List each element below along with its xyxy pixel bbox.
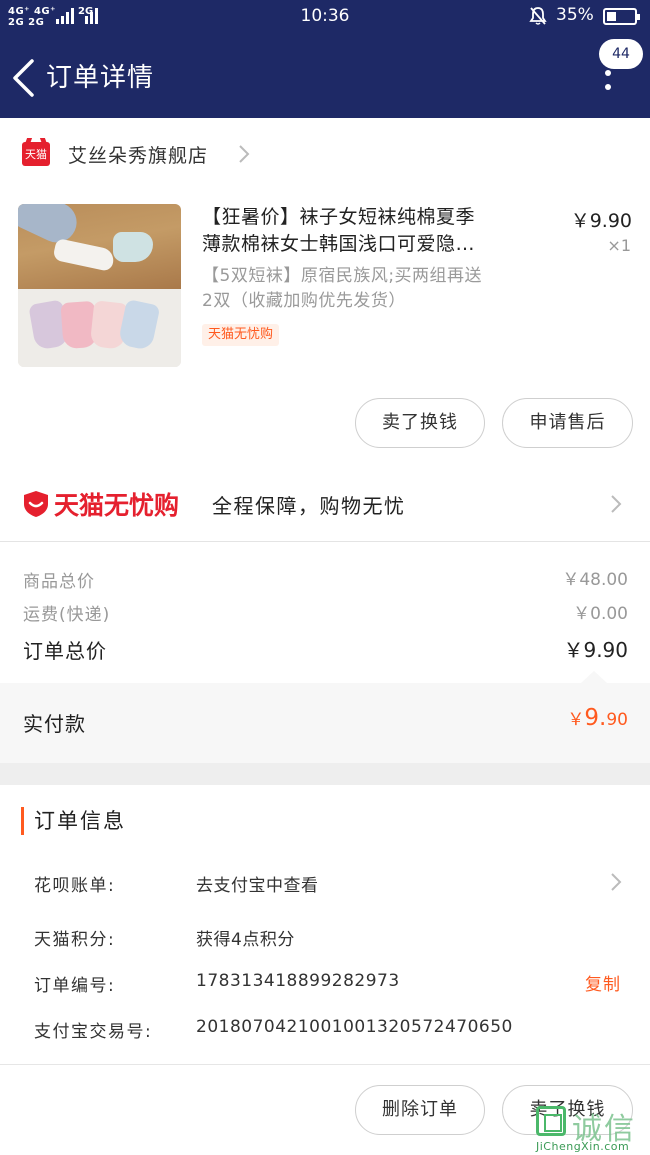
store-name[interactable]: 艾丝朵秀旗舰店 (68, 141, 208, 168)
watermark-en: JiChengXin.com (536, 1140, 630, 1153)
sell-for-cash-button[interactable]: 卖了换钱 (355, 398, 485, 448)
tmall-worry-free-badge: 天猫无忧购 (202, 324, 280, 346)
product-sku-line2: 2双（收藏加购优先发货） (202, 291, 406, 311)
chevron-right-icon (611, 495, 622, 513)
mute-bell-icon (529, 7, 547, 25)
message-count-badge[interactable]: 44 (599, 39, 643, 69)
back-arrow-icon[interactable] (10, 58, 40, 98)
huabei-label: 花呗账单: (34, 876, 116, 896)
shipping-value: ￥0.00 (573, 604, 628, 624)
copy-button[interactable]: 复制 (585, 970, 621, 995)
shipping-label: 运费(快递) (23, 605, 111, 625)
product-title-line1: 【狂暑价】袜子女短袜纯棉夏季 (202, 206, 476, 228)
battery-percent: 35% (556, 5, 594, 25)
chevron-right-icon[interactable] (608, 870, 624, 894)
alipay-trade-label: 支付宝交易号: (34, 1022, 153, 1042)
product-price: ￥9.90 (570, 210, 632, 232)
after-sale-button[interactable]: 申请售后 (502, 398, 633, 448)
battery-icon (603, 8, 640, 25)
guarantee-brand: 天猫无忧购 (54, 491, 180, 520)
product-quantity: ×1 (607, 236, 631, 255)
order-info-title: 订单信息 (21, 807, 126, 835)
product-thumbnail[interactable] (18, 204, 181, 367)
watermark: 诚信 JiChengXin.com (532, 1104, 650, 1155)
paid-currency: ￥ (567, 710, 585, 730)
points-label: 天猫积分: (34, 930, 116, 950)
status-bar: 4G⁺ 4G⁺ 2G 2G 2G 10:36 35% (0, 0, 650, 34)
section-divider (0, 763, 650, 785)
goods-total-label: 商品总价 (23, 572, 95, 592)
alipay-trade-value: 2018070421001001320572470650 (196, 1017, 513, 1037)
chevron-right-icon (239, 145, 250, 163)
order-number-label: 订单编号: (34, 976, 116, 996)
guarantee-text: 全程保障，购物无忧 (212, 494, 406, 518)
tmall-icon: 天猫 (22, 142, 50, 166)
shield-icon (24, 491, 48, 517)
order-total-value: ￥9.90 (563, 638, 628, 662)
store-row[interactable]: 天猫 艾丝朵秀旗舰店 (0, 118, 650, 188)
watermark-logo-icon (536, 1106, 566, 1136)
product-title-line2: 薄款棉袜女士韩国浅口可爱隐… (202, 233, 476, 255)
paid-value: ￥9.90 (567, 705, 628, 731)
more-options-icon[interactable] (598, 70, 618, 94)
paid-notch (581, 671, 607, 683)
order-total-label: 订单总价 (23, 639, 107, 663)
delete-order-button[interactable]: 删除订单 (355, 1085, 485, 1135)
product-sku: 【5双短袜】原宿民族风;买两组再送 2双（收藏加购优先发货） (202, 264, 552, 314)
page-title: 订单详情 (46, 63, 155, 93)
product-sku-line1: 【5双短袜】原宿民族风;买两组再送 (202, 266, 483, 286)
paid-label: 实付款 (23, 712, 86, 736)
clock: 10:36 (300, 6, 350, 26)
goods-total-value: ￥48.00 (562, 570, 628, 590)
paid-decimal: 90 (606, 710, 628, 730)
paid-integer: 9. (584, 705, 607, 731)
paid-amount-row: 实付款 ￥9.90 (0, 683, 650, 763)
top-bar: 4G⁺ 4G⁺ 2G 2G 2G 10:36 35% 订单详情 44 (0, 0, 650, 118)
product-title[interactable]: 【狂暑价】袜子女短袜纯棉夏季 薄款棉袜女士韩国浅口可爱隐… (202, 204, 544, 258)
huabei-value[interactable]: 去支付宝中查看 (196, 871, 319, 896)
guarantee-banner[interactable]: 天猫无忧购 全程保障，购物无忧 (0, 466, 650, 542)
order-number-value: 178313418899282973 (196, 971, 400, 991)
points-value: 获得4点积分 (196, 930, 295, 950)
